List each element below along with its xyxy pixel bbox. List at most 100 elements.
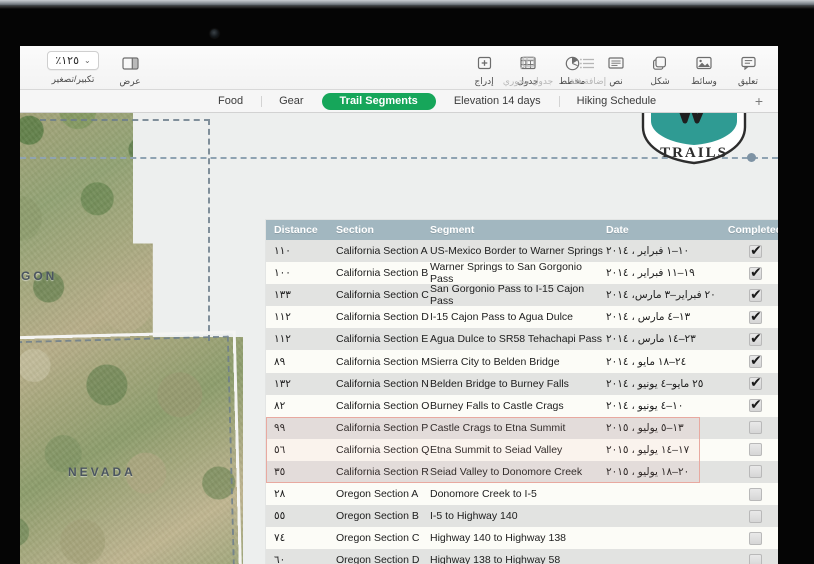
cell-date[interactable]: ٢٤–١٨ مايو ، ٢٠١٤ <box>604 356 724 368</box>
checkbox-checked-icon[interactable] <box>748 286 763 303</box>
cell-segment[interactable]: I-15 Cajon Pass to Agua Dulce <box>430 311 604 323</box>
cell-segment[interactable]: Highway 138 to Highway 58 <box>430 554 604 564</box>
cell-completed[interactable] <box>724 509 778 523</box>
cell-distance[interactable]: ١١٢ <box>266 311 336 323</box>
cell-date[interactable]: ٢٥ مايو–٤ يونيو ، ٢٠١٤ <box>604 378 724 390</box>
cell-completed[interactable] <box>724 553 778 564</box>
toolbar-button-comment[interactable]: تعليق <box>726 50 770 87</box>
cell-date[interactable]: ١٣–٥ يوليو ، ٢٠١٥ <box>604 422 724 434</box>
cell-section[interactable]: California Section O <box>336 400 430 412</box>
checkbox-checked-icon[interactable] <box>748 242 763 259</box>
cell-completed[interactable] <box>724 465 778 479</box>
cell-distance[interactable]: ٩٩ <box>266 422 336 434</box>
cell-section[interactable]: California Section N <box>336 378 430 390</box>
cell-date[interactable]: ٢٠ فبراير–٣ مارس، ٢٠١٤ <box>604 289 724 301</box>
table-row[interactable]: ٩٩ California Section P Castle Crags to Et… <box>266 416 778 439</box>
table-row[interactable]: ٢٨ Oregon Section A Donomore Creek to I-5 <box>266 483 778 506</box>
cell-completed[interactable] <box>724 264 778 281</box>
cell-date[interactable]: ٢٣–١٤ مارس ، ٢٠١٤ <box>604 333 724 345</box>
table-row[interactable]: ١٣٣ California Section C San Gorgonio Pass… <box>266 283 778 307</box>
cell-completed[interactable] <box>724 421 778 435</box>
cell-section[interactable]: Oregon Section C <box>336 532 430 544</box>
cell-distance[interactable]: ٥٥ <box>266 510 336 522</box>
checkbox-unchecked-icon[interactable] <box>748 553 762 564</box>
table-row[interactable]: ٧٤ Oregon Section C Highway 140 to Highway… <box>266 527 778 550</box>
cell-section[interactable]: Oregon Section A <box>336 488 430 500</box>
cell-completed[interactable] <box>724 487 778 501</box>
column-header-segment[interactable]: Segment <box>430 224 604 236</box>
cell-segment[interactable]: Highway 140 to Highway 138 <box>430 532 604 544</box>
toolbar-button-view[interactable]: عرض <box>108 50 152 87</box>
table-row[interactable]: ١٠٠ California Section B Warner Springs to… <box>266 261 778 285</box>
cell-section[interactable]: California Section D <box>336 311 430 323</box>
table-row[interactable]: ١١٠ California Section A US-Mexico Border … <box>266 240 778 263</box>
sheet-tab-food[interactable]: Food <box>200 93 261 110</box>
cell-completed[interactable] <box>724 374 778 391</box>
checkbox-checked-icon[interactable] <box>748 308 763 325</box>
checkbox-checked-icon[interactable] <box>748 264 763 281</box>
cell-segment[interactable]: Seiad Valley to Donomore Creek <box>430 466 604 478</box>
cell-date[interactable]: ٢٠–١٨ يوليو ، ٢٠١٥ <box>604 466 724 478</box>
table-row[interactable]: ١١٢ California Section D I-15 Cajon Pass t… <box>266 306 778 329</box>
cell-distance[interactable]: ١٣٢ <box>266 378 336 390</box>
cell-distance[interactable]: ٣٥ <box>266 466 336 478</box>
cell-completed[interactable] <box>724 443 778 457</box>
cell-date[interactable]: ١٧–١٤ يوليو ، ٢٠١٥ <box>604 444 724 456</box>
sheet-tab-gear[interactable]: Gear <box>261 93 321 110</box>
checkbox-unchecked-icon[interactable] <box>748 531 762 545</box>
cell-section[interactable]: Oregon Section B <box>336 510 430 522</box>
zoom-dropdown[interactable]: ⌄ ١٢٥٪ <box>47 51 99 70</box>
cell-section[interactable]: California Section C <box>336 289 430 301</box>
cell-segment[interactable]: Warner Springs to San Gorgonio Pass <box>430 261 604 285</box>
table-row[interactable]: ٥٥ Oregon Section B I-5 to Highway 140 <box>266 505 778 528</box>
cell-completed[interactable] <box>724 352 778 369</box>
cell-date[interactable]: ١٩–١١ فبراير ، ٢٠١٤ <box>604 267 724 279</box>
table-row[interactable]: ٦٠ Oregon Section D Highway 138 to Highway… <box>266 549 778 564</box>
cell-completed[interactable] <box>724 286 778 303</box>
table-row[interactable]: ٨٢ California Section O Burney Falls to Ca… <box>266 394 778 417</box>
checkbox-unchecked-icon[interactable] <box>748 487 762 501</box>
cell-section[interactable]: California Section P <box>336 422 430 434</box>
cell-section[interactable]: California Section R <box>336 466 430 478</box>
cell-date[interactable]: ١٣–٤ مارس ، ٢٠١٤ <box>604 311 724 323</box>
table-row[interactable]: ٥٦ California Section Q Etna Summit to Sei… <box>266 438 778 461</box>
cell-completed[interactable] <box>724 308 778 325</box>
cell-date[interactable]: ١٠–٤ يونيو ، ٢٠١٤ <box>604 400 724 412</box>
cell-distance[interactable]: ٥٦ <box>266 444 336 456</box>
cell-section[interactable]: California Section B <box>336 267 430 279</box>
cell-segment[interactable]: I-5 to Highway 140 <box>430 510 604 522</box>
zoom-control[interactable]: ⌄ ١٢٥٪ تكبير/تصغير <box>38 50 108 87</box>
sheet-tab-elevation-14-days[interactable]: Elevation 14 days <box>436 93 559 110</box>
add-sheet-button[interactable]: + <box>750 94 768 108</box>
cell-segment[interactable]: Castle Crags to Etna Summit <box>430 422 604 434</box>
column-header-section[interactable]: Section <box>336 224 430 236</box>
cell-segment[interactable]: Burney Falls to Castle Crags <box>430 400 604 412</box>
cell-segment[interactable]: Etna Summit to Seiad Valley <box>430 444 604 456</box>
cell-distance[interactable]: ٢٨ <box>266 488 336 500</box>
cell-distance[interactable]: ١٠٠ <box>266 267 336 279</box>
cell-segment[interactable]: Donomore Creek to I-5 <box>430 488 604 500</box>
cell-segment[interactable]: Sierra City to Belden Bridge <box>430 356 604 368</box>
toolbar-button-add-category[interactable]: إضافة فئة <box>558 50 618 87</box>
cell-distance[interactable]: ١١٠ <box>266 245 336 257</box>
cell-section[interactable]: California Section E <box>336 333 430 345</box>
sheet-tab-trail-segments[interactable]: Trail Segments <box>321 92 436 110</box>
cell-completed[interactable] <box>724 242 778 259</box>
checkbox-unchecked-icon[interactable] <box>748 421 762 435</box>
column-header-completed[interactable]: Completed <box>724 224 778 236</box>
checkbox-unchecked-icon[interactable] <box>748 443 762 457</box>
cell-date[interactable]: ١٠–١ فبراير ، ٢٠١٤ <box>604 245 724 257</box>
cell-section[interactable]: Oregon Section D <box>336 554 430 564</box>
checkbox-unchecked-icon[interactable] <box>748 465 762 479</box>
table-row[interactable]: ٨٩ California Section M Sierra City to Bel… <box>266 350 778 373</box>
cell-section[interactable]: California Section Q <box>336 444 430 456</box>
cell-segment[interactable]: US-Mexico Border to Warner Springs <box>430 245 604 257</box>
checkbox-unchecked-icon[interactable] <box>748 509 762 523</box>
cell-distance[interactable]: ١٣٣ <box>266 289 336 301</box>
cell-distance[interactable]: ١١٢ <box>266 333 336 345</box>
cell-segment[interactable]: Agua Dulce to SR58 Tehachapi Pass <box>430 333 604 345</box>
toolbar-button-pivot-table[interactable]: جدول محوري <box>498 50 558 87</box>
table-row[interactable]: ٣٥ California Section R Seiad Valley to Do… <box>266 460 778 484</box>
cell-segment[interactable]: San Gorgonio Pass to I-15 Cajon Pass <box>430 283 604 307</box>
table-row[interactable]: ١٣٢ California Section N Belden Bridge to … <box>266 372 778 395</box>
